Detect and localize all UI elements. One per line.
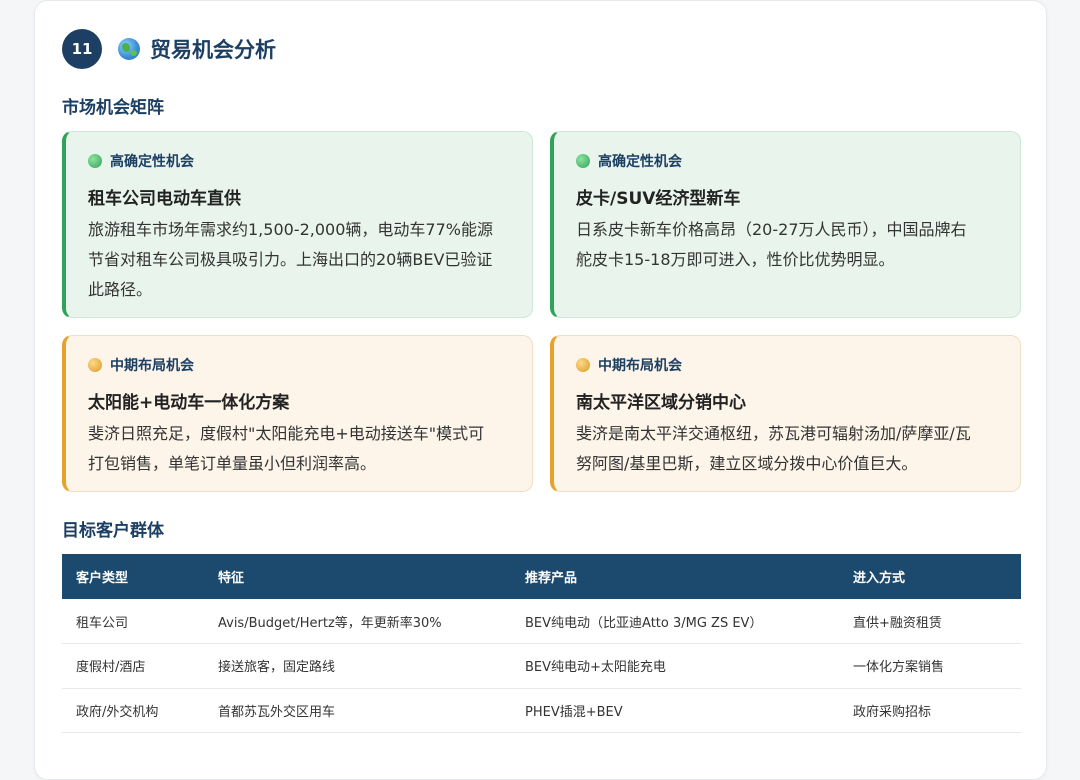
description-line: 此路径。 xyxy=(88,280,153,299)
section-header: 11 贸易机会分析 xyxy=(62,29,276,69)
table-cell: BEV纯电动+太阳能充电 xyxy=(511,643,839,689)
opportunity-tag-label: 高确定性机会 xyxy=(598,154,682,170)
description-line: 日系皮卡新车价格高昂（20-27万人民币），中国品牌右 xyxy=(576,220,967,239)
table-row: 租车公司 Avis/Budget/Hertz等，年更新率30% BEV纯电动（比… xyxy=(62,599,1021,644)
table-cell: BEV纯电动（比亚迪Atto 3/MG ZS EV） xyxy=(511,599,839,644)
column-header: 推荐产品 xyxy=(511,554,839,599)
description-line: 打包销售，单笔订单量虽小但利润率高。 xyxy=(88,454,377,473)
column-header: 客户类型 xyxy=(62,554,204,599)
description-line: 旅游租车市场年需求约1,500-2,000辆，电动车77%能源 xyxy=(88,220,493,239)
table-cell: 租车公司 xyxy=(62,599,204,644)
table-cell: 度假村/酒店 xyxy=(62,643,204,689)
opportunity-tag: 高确定性机会 xyxy=(576,150,1000,172)
table-header-row: 客户类型 特征 推荐产品 进入方式 xyxy=(62,554,1021,599)
opportunity-title: 南太平洋区域分销中心 xyxy=(576,393,746,413)
description-line: 舵皮卡15-18万即可进入，性价比优势明显。 xyxy=(576,250,895,269)
description-line: 斐济是南太平洋交通枢纽，苏瓦港可辐射汤加/萨摩亚/瓦 xyxy=(576,424,971,443)
opportunity-title: 皮卡/SUV经济型新车 xyxy=(576,189,741,209)
opportunity-card: 中期布局机会 太阳能+电动车一体化方案 斐济日照充足，度假村"太阳能充电+电动接… xyxy=(62,335,533,492)
table-cell: 政府/外交机构 xyxy=(62,688,204,733)
opportunity-tag-label: 中期布局机会 xyxy=(110,358,194,374)
opportunity-title: 租车公司电动车直供 xyxy=(88,189,241,209)
opportunity-description: 日系皮卡新车价格高昂（20-27万人民币），中国品牌右 舵皮卡15-18万即可进… xyxy=(576,215,1000,275)
column-header: 进入方式 xyxy=(839,554,1021,599)
opportunity-tag-label: 高确定性机会 xyxy=(110,154,194,170)
description-line: 努阿图/基里巴斯，建立区域分拨中心价值巨大。 xyxy=(576,454,918,473)
description-line: 节省对租车公司极具吸引力。上海出口的20辆BEV已验证 xyxy=(88,250,493,269)
table-cell: 政府采购招标 xyxy=(839,688,1021,733)
table-cell: 首都苏瓦外交区用车 xyxy=(204,688,511,733)
opportunity-card: 中期布局机会 南太平洋区域分销中心 斐济是南太平洋交通枢纽，苏瓦港可辐射汤加/萨… xyxy=(550,335,1021,492)
orange-dot-icon xyxy=(576,358,590,372)
green-dot-icon xyxy=(88,154,102,168)
globe-icon xyxy=(118,38,140,60)
orange-dot-icon xyxy=(88,358,102,372)
table-cell: 一体化方案销售 xyxy=(839,643,1021,689)
page-title: 贸易机会分析 xyxy=(150,38,276,62)
matrix-title: 市场机会矩阵 xyxy=(62,98,164,118)
content-card: 11 贸易机会分析 市场机会矩阵 高确定性机会 租车公司电动车直供 旅游租车市场… xyxy=(34,0,1047,780)
table-cell: Avis/Budget/Hertz等，年更新率30% xyxy=(204,599,511,644)
opportunity-tag: 高确定性机会 xyxy=(88,150,512,172)
opportunity-description: 斐济是南太平洋交通枢纽，苏瓦港可辐射汤加/萨摩亚/瓦 努阿图/基里巴斯，建立区域… xyxy=(576,419,1000,479)
table-cell: PHEV插混+BEV xyxy=(511,688,839,733)
opportunity-description: 旅游租车市场年需求约1,500-2,000辆，电动车77%能源 节省对租车公司极… xyxy=(88,215,512,305)
table-cell: 接送旅客，固定路线 xyxy=(204,643,511,689)
opportunity-tag-label: 中期布局机会 xyxy=(598,358,682,374)
clients-title: 目标客户群体 xyxy=(62,521,164,541)
green-dot-icon xyxy=(576,154,590,168)
opportunity-title: 太阳能+电动车一体化方案 xyxy=(88,393,290,413)
opportunity-card: 高确定性机会 皮卡/SUV经济型新车 日系皮卡新车价格高昂（20-27万人民币）… xyxy=(550,131,1021,318)
table-cell: 直供+融资租赁 xyxy=(839,599,1021,644)
table-row: 度假村/酒店 接送旅客，固定路线 BEV纯电动+太阳能充电 一体化方案销售 xyxy=(62,643,1021,689)
description-line: 斐济日照充足，度假村"太阳能充电+电动接送车"模式可 xyxy=(88,424,485,443)
column-header: 特征 xyxy=(204,554,511,599)
clients-table: 客户类型 特征 推荐产品 进入方式 租车公司 Avis/Budget/Hertz… xyxy=(62,554,1021,733)
opportunity-tag: 中期布局机会 xyxy=(88,354,512,376)
table-row: 政府/外交机构 首都苏瓦外交区用车 PHEV插混+BEV 政府采购招标 xyxy=(62,688,1021,733)
opportunity-description: 斐济日照充足，度假村"太阳能充电+电动接送车"模式可 打包销售，单笔订单量虽小但… xyxy=(88,419,512,479)
section-number-badge: 11 xyxy=(62,29,102,69)
opportunity-card: 高确定性机会 租车公司电动车直供 旅游租车市场年需求约1,500-2,000辆，… xyxy=(62,131,533,318)
opportunity-tag: 中期布局机会 xyxy=(576,354,1000,376)
